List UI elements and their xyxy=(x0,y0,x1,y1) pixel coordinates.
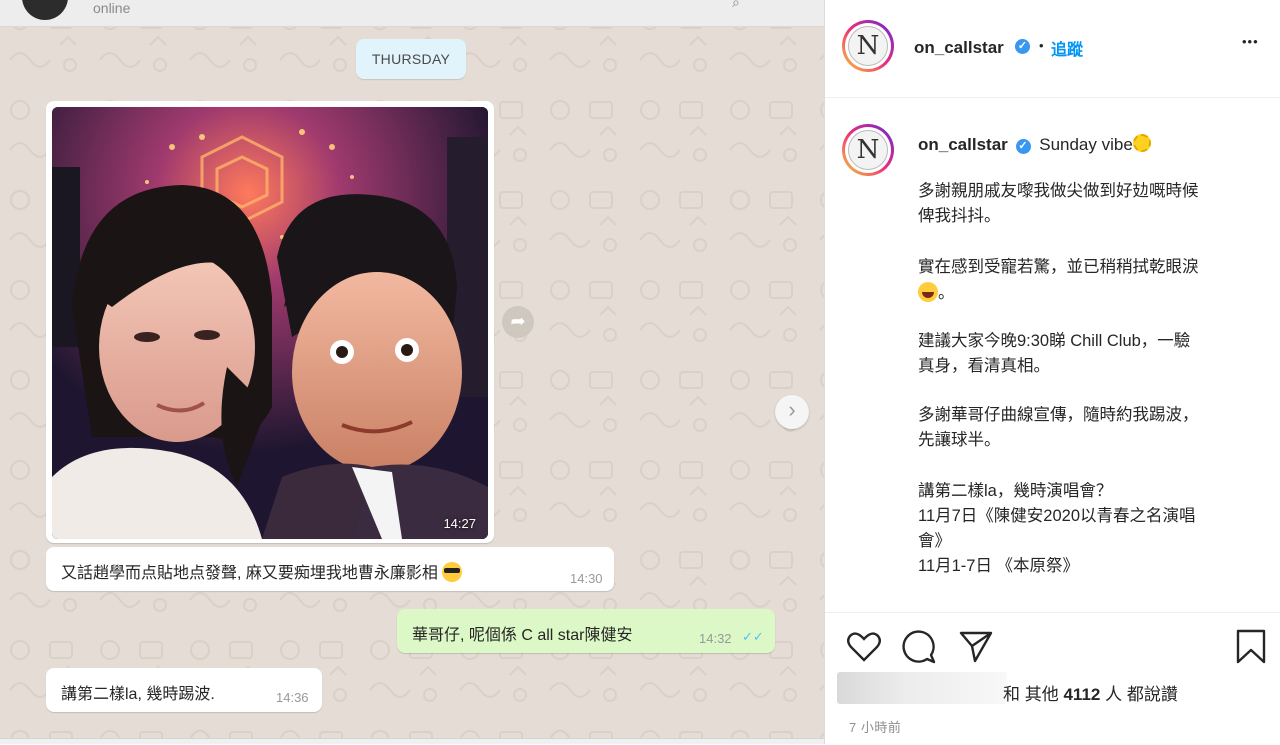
incoming-message-bubble[interactable]: 講第二樣la, 幾時踢波. 14:36 xyxy=(46,668,322,712)
chat-header: online ⌕ xyxy=(0,0,824,27)
day-separator: THURSDAY xyxy=(356,39,466,79)
search-icon[interactable]: ⌕ xyxy=(732,0,740,11)
profile-avatar[interactable]: N xyxy=(842,20,894,72)
caption-line: 實在感到受寵若驚，並已稍稍拭乾眼淚 xyxy=(918,258,1199,276)
n-logo-icon: N xyxy=(848,26,888,66)
caption-line: 。 xyxy=(918,281,955,306)
message-text: 講第二樣la, 幾時踢波. xyxy=(61,686,215,703)
message-text: 又話趙學而点貼地点發聲, 麻又要痴埋我地曹永廉影相 xyxy=(61,559,462,583)
chat-footer-edge xyxy=(0,738,824,744)
caption-line: 多謝親朋戚友嚟我做尖做到好攰嘅時候 xyxy=(918,182,1199,200)
heart-icon[interactable] xyxy=(846,631,882,663)
read-ticks-icon: ✓✓ xyxy=(742,629,764,644)
share-icon[interactable] xyxy=(958,630,994,664)
caption-line: 講第二樣la，幾時演唱會？ xyxy=(918,482,1113,500)
caption-line: 建議大家今晚9:30睇 Chill Club，一驗 xyxy=(918,332,1191,350)
message-time: 14:32 xyxy=(699,631,732,646)
instagram-post-panel: N on_callstar ✓ • 追蹤 ••• N on_callstar ✓… xyxy=(824,0,1280,744)
caption-avatar[interactable]: N xyxy=(842,124,894,176)
caption-line: 俾我抖抖。 xyxy=(918,207,1001,225)
message-time: 14:30 xyxy=(570,571,603,586)
caption-line: 11月7日《陳健安2020以青春之名演唱 xyxy=(918,507,1196,525)
bookmark-icon[interactable] xyxy=(1235,629,1267,665)
comment-icon[interactable] xyxy=(901,629,937,665)
message-time: 14:36 xyxy=(276,690,309,705)
photo-message-bubble[interactable]: 14:27 xyxy=(46,101,494,543)
sunglasses-emoji-icon xyxy=(441,562,462,582)
selfie-photo[interactable]: 14:27 xyxy=(52,107,488,539)
n-logo-icon: N xyxy=(848,130,888,170)
chevron-right-icon[interactable]: › xyxy=(775,395,809,429)
caption-username[interactable]: on_callstar xyxy=(918,135,1008,154)
photo-image xyxy=(52,107,488,539)
outgoing-message-bubble[interactable]: 華哥仔, 呢個係 C all star陳健安 14:32 ✓✓ xyxy=(397,609,775,653)
incoming-message-bubble[interactable]: 又話趙學而点貼地点發聲, 麻又要痴埋我地曹永廉影相 14:30 xyxy=(46,547,614,591)
message-text: 華哥仔, 呢個係 C all star陳健安 xyxy=(412,627,633,644)
likes-summary[interactable]: 和 其他 4112 人 都說讚 xyxy=(1003,680,1178,705)
blurred-liker-name xyxy=(837,672,1007,704)
caption-line: 先讓球半。 xyxy=(918,431,1001,449)
caption-line: 多謝華哥仔曲線宣傳，隨時約我踢波， xyxy=(918,406,1199,424)
contact-avatar[interactable] xyxy=(22,0,68,20)
share-arrow-icon[interactable]: ➦ xyxy=(502,306,534,338)
laughing-emoji-icon xyxy=(918,282,938,302)
verified-badge-icon: ✓ xyxy=(1015,39,1030,54)
sun-emoji-icon xyxy=(1132,134,1151,152)
contact-status: online xyxy=(93,0,131,16)
caption-line: 真身，看清真相。 xyxy=(918,357,1050,375)
more-options-icon[interactable]: ••• xyxy=(1242,34,1259,49)
verified-badge-icon: ✓ xyxy=(1015,139,1031,154)
separator-dot: • xyxy=(1039,38,1044,53)
post-time-ago[interactable]: 7 小時前 xyxy=(849,717,901,736)
follow-button[interactable]: 追蹤 xyxy=(1051,36,1083,60)
caption-header: on_callstar ✓ Sunday vibe xyxy=(918,134,1151,155)
whatsapp-chat-panel: online ⌕ THURSDAY 14:27 ➦ › 又話趙學而点貼地点發聲,… xyxy=(0,0,824,744)
caption-line: 會》 xyxy=(918,532,951,550)
caption-head-text: Sunday vibe xyxy=(1039,135,1133,154)
post-header: N on_callstar ✓ • 追蹤 ••• xyxy=(825,0,1280,98)
caption-line: 11月1-7日 《本原祭》 xyxy=(918,557,1080,575)
header-username[interactable]: on_callstar xyxy=(914,38,1004,58)
message-time: 14:27 xyxy=(443,516,476,531)
